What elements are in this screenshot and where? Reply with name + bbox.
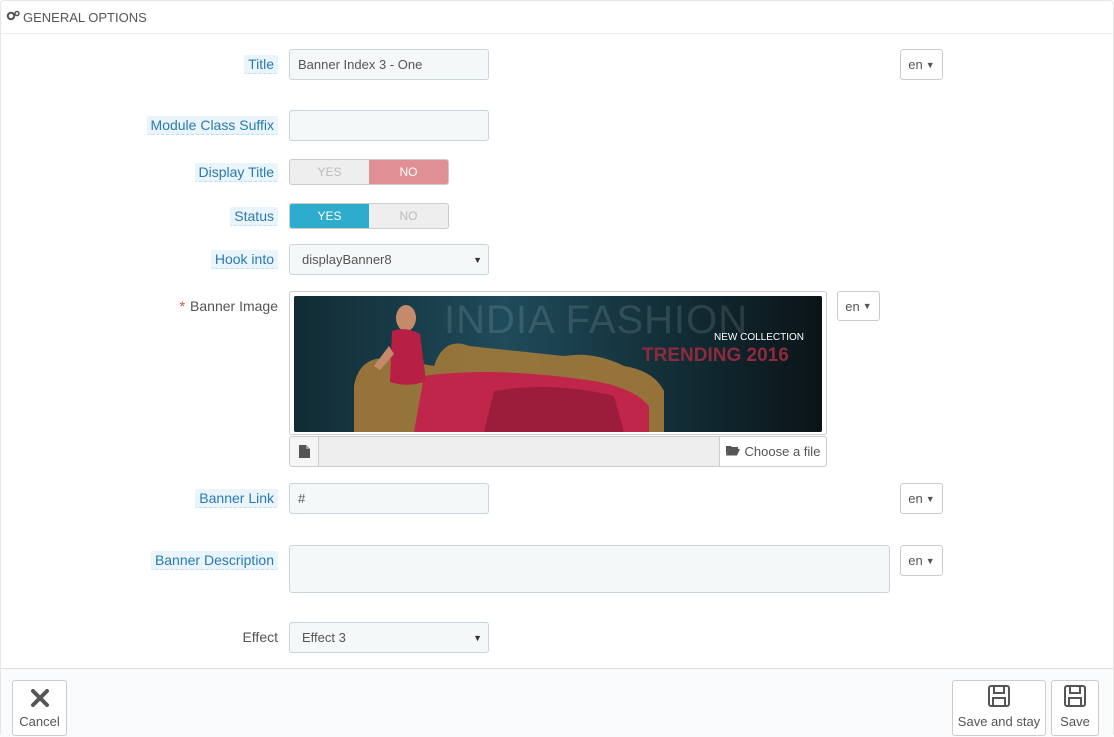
file-icon — [289, 436, 319, 467]
folder-open-icon — [725, 444, 740, 459]
banner-image: INDIA FASHION NEW COLLECTION TRENDING 20… — [294, 296, 822, 432]
display-title-no[interactable]: NO — [369, 160, 448, 184]
hook-label: Hook into — [210, 244, 278, 274]
select-arrow-icon: ▼ — [473, 632, 482, 643]
choose-file-button[interactable]: Choose a file — [719, 436, 827, 467]
hook-select[interactable]: displayBanner8 ▼ — [289, 244, 489, 275]
banner-collection-text: NEW COLLECTION — [714, 332, 805, 343]
banner-description-label: Banner Description — [150, 545, 278, 575]
save-icon — [987, 684, 1011, 711]
banner-watermark-text: INDIA FASHION — [444, 298, 749, 342]
status-label: Status — [230, 203, 278, 229]
general-options-panel: GENERAL OPTIONS Title Banner Index 3 - O… — [0, 0, 1114, 737]
banner-description-lang-dropdown[interactable]: en ▼ — [900, 545, 943, 576]
banner-link-label: Banner Link — [195, 483, 278, 513]
save-button[interactable]: Save — [1051, 680, 1099, 736]
suffix-input[interactable] — [289, 110, 489, 141]
banner-image-label: * Banner Image — [179, 298, 278, 314]
panel-footer: Cancel Save and stay Save — [1, 668, 1113, 737]
banner-image-lang-dropdown[interactable]: en ▼ — [837, 291, 880, 321]
gears-icon — [6, 10, 20, 25]
suffix-label: Module Class Suffix — [146, 110, 278, 140]
caret-down-icon: ▼ — [925, 493, 935, 504]
status-no[interactable]: NO — [369, 204, 448, 228]
banner-trending-text: TRENDING 2016 — [642, 345, 789, 366]
panel-title: GENERAL OPTIONS — [23, 9, 147, 25]
status-switch[interactable]: YES NO — [289, 203, 449, 229]
effect-select[interactable]: Effect 3 ▼ — [289, 622, 489, 653]
save-icon — [1063, 684, 1087, 711]
status-yes[interactable]: YES — [290, 204, 369, 228]
effect-label: Effect — [242, 629, 278, 645]
select-arrow-icon: ▼ — [473, 254, 482, 265]
title-lang-dropdown[interactable]: en ▼ — [900, 49, 943, 80]
caret-down-icon: ▼ — [925, 555, 935, 566]
file-upload-row: Choose a file — [289, 436, 827, 467]
banner-description-textarea[interactable] — [289, 545, 890, 593]
close-icon — [30, 688, 50, 711]
caret-down-icon: ▼ — [862, 301, 872, 311]
title-input[interactable]: Banner Index 3 - One — [289, 49, 489, 80]
display-title-yes[interactable]: YES — [290, 160, 369, 184]
title-label: Title — [244, 49, 278, 79]
panel-heading: GENERAL OPTIONS — [1, 1, 1113, 34]
banner-image-preview: INDIA FASHION NEW COLLECTION TRENDING 20… — [289, 291, 827, 435]
save-and-stay-button[interactable]: Save and stay — [952, 680, 1046, 736]
required-mark: * — [179, 298, 186, 314]
caret-down-icon: ▼ — [925, 59, 935, 70]
display-title-label: Display Title — [194, 159, 278, 185]
cancel-button[interactable]: Cancel — [12, 680, 67, 736]
banner-link-input[interactable]: # — [289, 483, 489, 514]
file-name-input[interactable] — [319, 436, 719, 467]
banner-link-lang-dropdown[interactable]: en ▼ — [900, 483, 943, 514]
display-title-switch[interactable]: YES NO — [289, 159, 449, 185]
